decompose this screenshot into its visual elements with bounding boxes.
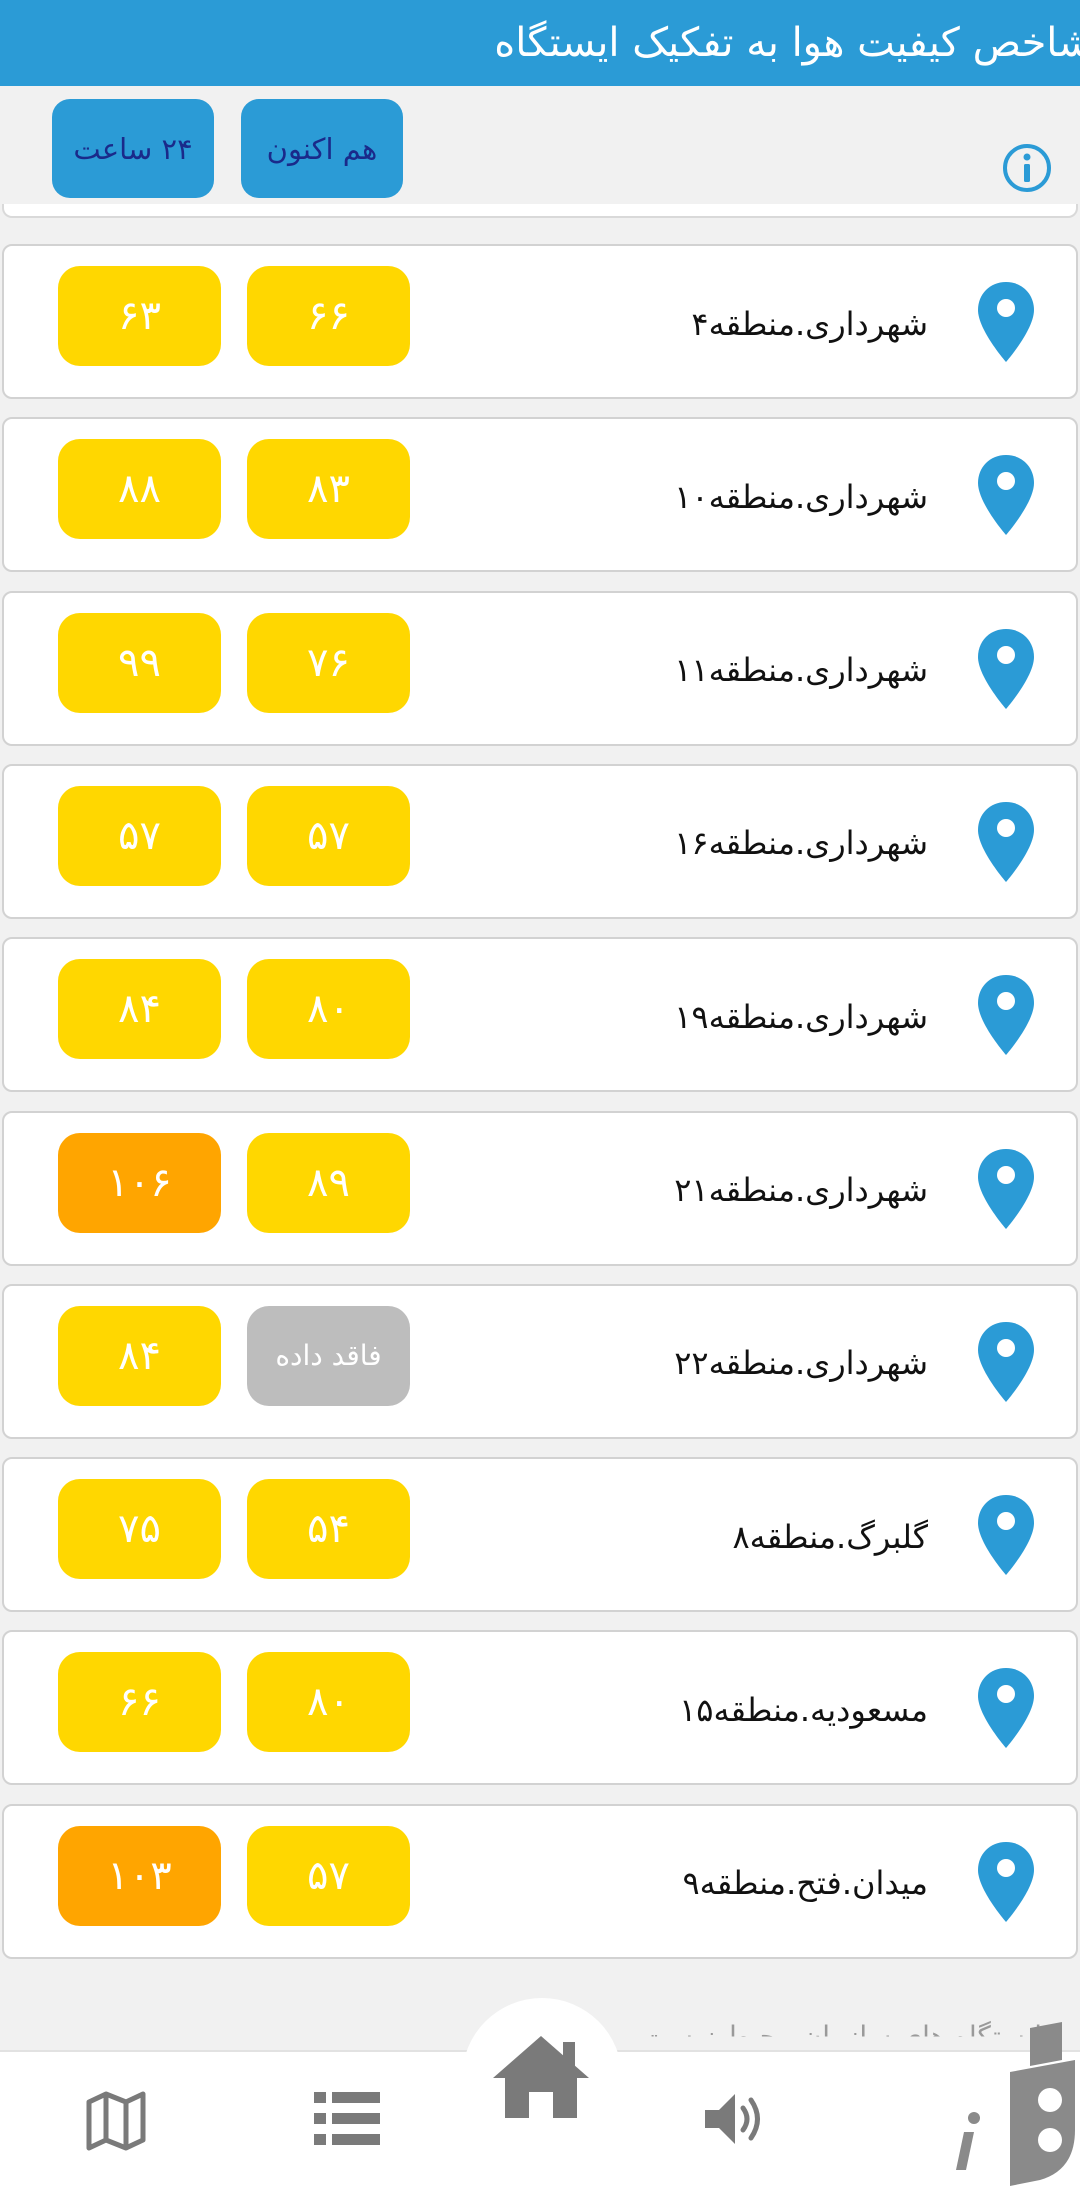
aqi-now-badge: ۸۳ — [247, 439, 410, 540]
aqi-now-badge: ۵۴ — [247, 1479, 410, 1580]
home-icon[interactable] — [489, 2032, 593, 2122]
location-pin-icon[interactable] — [976, 453, 1036, 537]
station-row[interactable]: ۷۵ ۵۴ گلبرگ.منطقه۸ — [2, 1457, 1078, 1613]
aqi-now-badge: ۸۰ — [247, 1652, 410, 1753]
aqi-24h-badge: ۵۷ — [58, 785, 221, 886]
now-button[interactable]: هم اکنون — [241, 99, 403, 198]
location-pin-icon[interactable] — [976, 1493, 1036, 1577]
station-row[interactable]: ۸۸ ۸۳ شهرداری.منطقه۱۰ — [2, 417, 1078, 573]
station-name: گلبرگ.منطقه۸ — [732, 1517, 928, 1556]
station-row[interactable]: ۱۰۳ ۵۷ میدان.فتح.منطقه۹ — [2, 1803, 1078, 1959]
aqi-24h-badge: ۹۹ — [58, 612, 221, 713]
page-title: شاخص کیفیت هوا به تفکیک ایستگاه — [494, 20, 1080, 66]
station-row[interactable]: ۸۴ ۸۰ شهرداری.منطقه۱۹ — [2, 937, 1078, 1093]
list-icon[interactable] — [314, 2090, 380, 2148]
location-pin-icon[interactable] — [976, 800, 1036, 884]
station-row[interactable]: ۶۳ ۶۶ شهرداری.منطقه۴ — [2, 244, 1078, 399]
station-name: شهرداری.منطقه۲۱ — [674, 1171, 928, 1209]
location-pin-icon[interactable] — [976, 1840, 1036, 1924]
location-pin-icon[interactable] — [976, 973, 1036, 1057]
app-header: شاخص کیفیت هوا به تفکیک ایستگاه — [0, 0, 1080, 86]
aqi-24h-badge: ۷۵ — [58, 1479, 221, 1580]
aqi-24h-badge: ۶۶ — [58, 1652, 221, 1753]
aqi-24h-badge: ۱۰۳ — [58, 1825, 221, 1926]
aqi-now-badge: ۷۶ — [247, 612, 410, 713]
aqi-now-badge: ۸۰ — [247, 959, 410, 1060]
location-pin-icon[interactable] — [976, 627, 1036, 711]
info-icon[interactable] — [1001, 142, 1053, 194]
location-pin-icon[interactable] — [976, 1320, 1036, 1404]
station-name: شهرداری.منطقه۲۲ — [674, 1344, 928, 1383]
aqi-now-badge: ۶۶ — [247, 266, 410, 366]
aqi-24h-badge: ۸۴ — [58, 959, 221, 1060]
location-pin-icon[interactable] — [976, 1147, 1036, 1231]
aqi-now-badge: ۵۷ — [247, 785, 410, 886]
24h-button[interactable]: ۲۴ ساعت — [52, 99, 214, 198]
station-row[interactable]: ۹۹ ۷۶ شهرداری.منطقه۱۱ — [2, 590, 1078, 746]
station-name: شهرداری.منطقه۴ — [691, 304, 928, 343]
station-name: مسعودیه.منطقه۱۵ — [679, 1690, 928, 1729]
station-row[interactable]: ۶۶ ۸۰ مسعودیه.منطقه۱۵ — [2, 1630, 1078, 1786]
station-row[interactable]: ۸۴ فاقد داده شهرداری.منطقه۲۲ — [2, 1283, 1078, 1439]
station-name: میدان.فتح.منطقه۹ — [682, 1864, 928, 1903]
aqi-24h-badge: ۶۳ — [58, 266, 221, 366]
location-pin-icon[interactable] — [976, 280, 1036, 364]
aqi-24h-badge: ۱۰۶ — [58, 1132, 221, 1233]
aqi-now-badge: ۸۹ — [247, 1132, 410, 1233]
station-name: شهرداری.منطقه۱۰ — [674, 477, 928, 516]
station-row[interactable]: ۱۰۶ ۸۹ شهرداری.منطقه۲۱ — [2, 1110, 1078, 1266]
aqi-24h-badge: ۸۴ — [58, 1305, 221, 1406]
toolbar: ۲۴ ساعت هم اکنون — [0, 86, 1080, 212]
aqi-now-badge: فاقد داده — [247, 1305, 410, 1406]
station-row[interactable]: ۵۷ ۵۷ شهرداری.منطقه۱۶ — [2, 763, 1078, 919]
previous-row-edge — [2, 204, 1078, 218]
station-name: شهرداری.منطقه۱۱ — [674, 651, 928, 690]
aqi-now-badge: ۵۷ — [247, 1825, 410, 1926]
location-pin-icon[interactable] — [976, 1666, 1036, 1750]
aqi-24h-badge: ۸۸ — [58, 439, 221, 540]
app-logo — [956, 2022, 1075, 2186]
sound-icon[interactable] — [701, 2088, 767, 2150]
map-icon[interactable] — [85, 2090, 147, 2152]
station-name: شهرداری.منطقه۱۶ — [674, 824, 928, 863]
station-name: شهرداری.منطقه۱۹ — [674, 997, 928, 1036]
app-screen: شاخص کیفیت هوا به تفکیک ایستگاه ۲۴ ساعت … — [0, 0, 1080, 2186]
